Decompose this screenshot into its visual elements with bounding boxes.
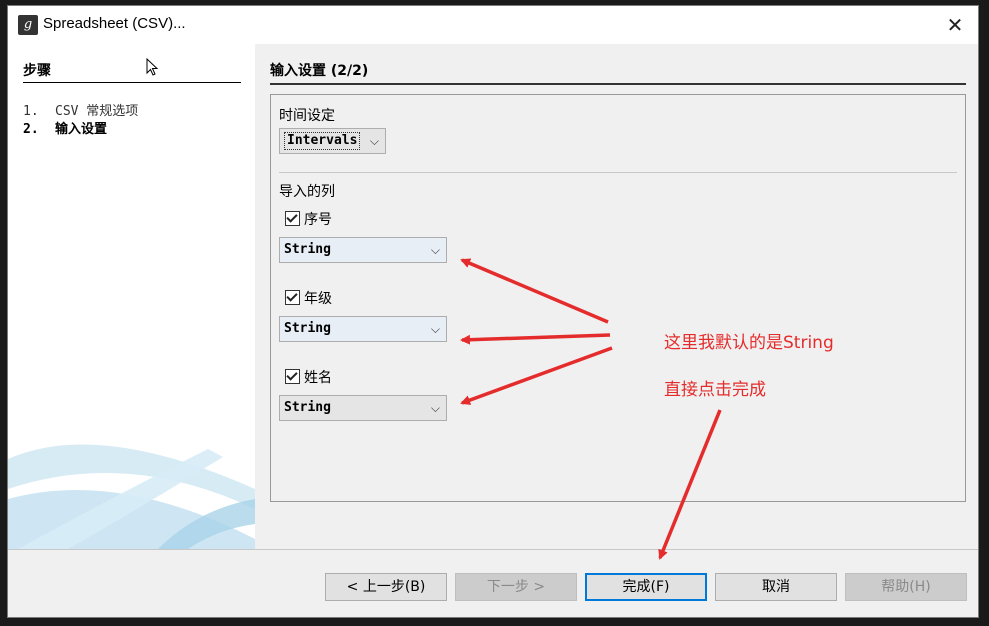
page-title: 输入设置 (2/2) — [270, 60, 966, 85]
step-label: 输入设置 — [55, 122, 108, 137]
decorative-swoosh — [8, 444, 255, 549]
column-name: 姓名 — [304, 370, 332, 386]
column-type-select[interactable]: String ⌵ — [279, 395, 447, 421]
column-type-value: String — [284, 400, 331, 415]
app-icon: g — [18, 15, 38, 35]
chevron-down-icon: ⌵ — [430, 322, 440, 336]
column-checkbox-row[interactable]: 年级 — [285, 288, 332, 308]
cancel-button[interactable]: 取消 — [715, 573, 837, 601]
annotation-note-string: 这里我默认的是String — [664, 333, 834, 353]
step-item-1: 1. CSV 常规选项 — [23, 100, 138, 119]
column-checkbox-row[interactable]: 序号 — [285, 209, 332, 229]
finish-button[interactable]: 完成(F) — [585, 573, 707, 601]
step-number: 1. — [23, 104, 39, 119]
main-panel: 输入设置 (2/2) 时间设定 Intervals ⌵ 导入的列 序号 Stri… — [256, 44, 978, 549]
chevron-down-icon: ⌵ — [369, 134, 379, 148]
dialog-window: g Spreadsheet (CSV)... ✕ 步骤 1. CSV 常规选项 2… — [7, 5, 979, 618]
time-setting-value: Intervals — [284, 132, 361, 150]
column-name: 年级 — [304, 291, 332, 307]
footer-divider — [8, 549, 978, 550]
close-icon[interactable]: ✕ — [942, 12, 968, 38]
window-title: Spreadsheet (CSV)... — [43, 15, 186, 32]
annotation-note-finish: 直接点击完成 — [664, 380, 766, 400]
step-number: 2. — [23, 122, 39, 137]
settings-group: 时间设定 Intervals ⌵ 导入的列 序号 String ⌵ 年级 Str… — [270, 94, 966, 502]
time-setting-select[interactable]: Intervals ⌵ — [279, 128, 386, 154]
step-item-2: 2. 输入设置 — [23, 118, 107, 137]
back-button[interactable]: < 上一步(B) — [325, 573, 447, 601]
column-type-value: String — [284, 321, 331, 336]
column-type-select[interactable]: String ⌵ — [279, 316, 447, 342]
column-type-select[interactable]: String ⌵ — [279, 237, 447, 263]
next-button[interactable]: 下一步 > — [455, 573, 577, 601]
mouse-cursor-icon — [146, 58, 159, 76]
columns-label: 导入的列 — [279, 184, 335, 200]
steps-header: 步骤 — [23, 60, 241, 83]
step-label: CSV 常规选项 — [55, 104, 139, 119]
checkbox-checked-icon[interactable] — [285, 290, 300, 305]
column-type-value: String — [284, 242, 331, 257]
chevron-down-icon: ⌵ — [430, 401, 440, 415]
checkbox-checked-icon[interactable] — [285, 369, 300, 384]
help-button[interactable]: 帮助(H) — [845, 573, 967, 601]
steps-panel: 步骤 1. CSV 常规选项 2. 输入设置 — [8, 44, 255, 549]
time-setting-label: 时间设定 — [279, 108, 335, 124]
column-checkbox-row[interactable]: 姓名 — [285, 367, 332, 387]
chevron-down-icon: ⌵ — [430, 243, 440, 257]
title-bar: g Spreadsheet (CSV)... ✕ — [8, 6, 978, 44]
column-name: 序号 — [304, 212, 332, 228]
checkbox-checked-icon[interactable] — [285, 211, 300, 226]
separator — [279, 172, 957, 173]
